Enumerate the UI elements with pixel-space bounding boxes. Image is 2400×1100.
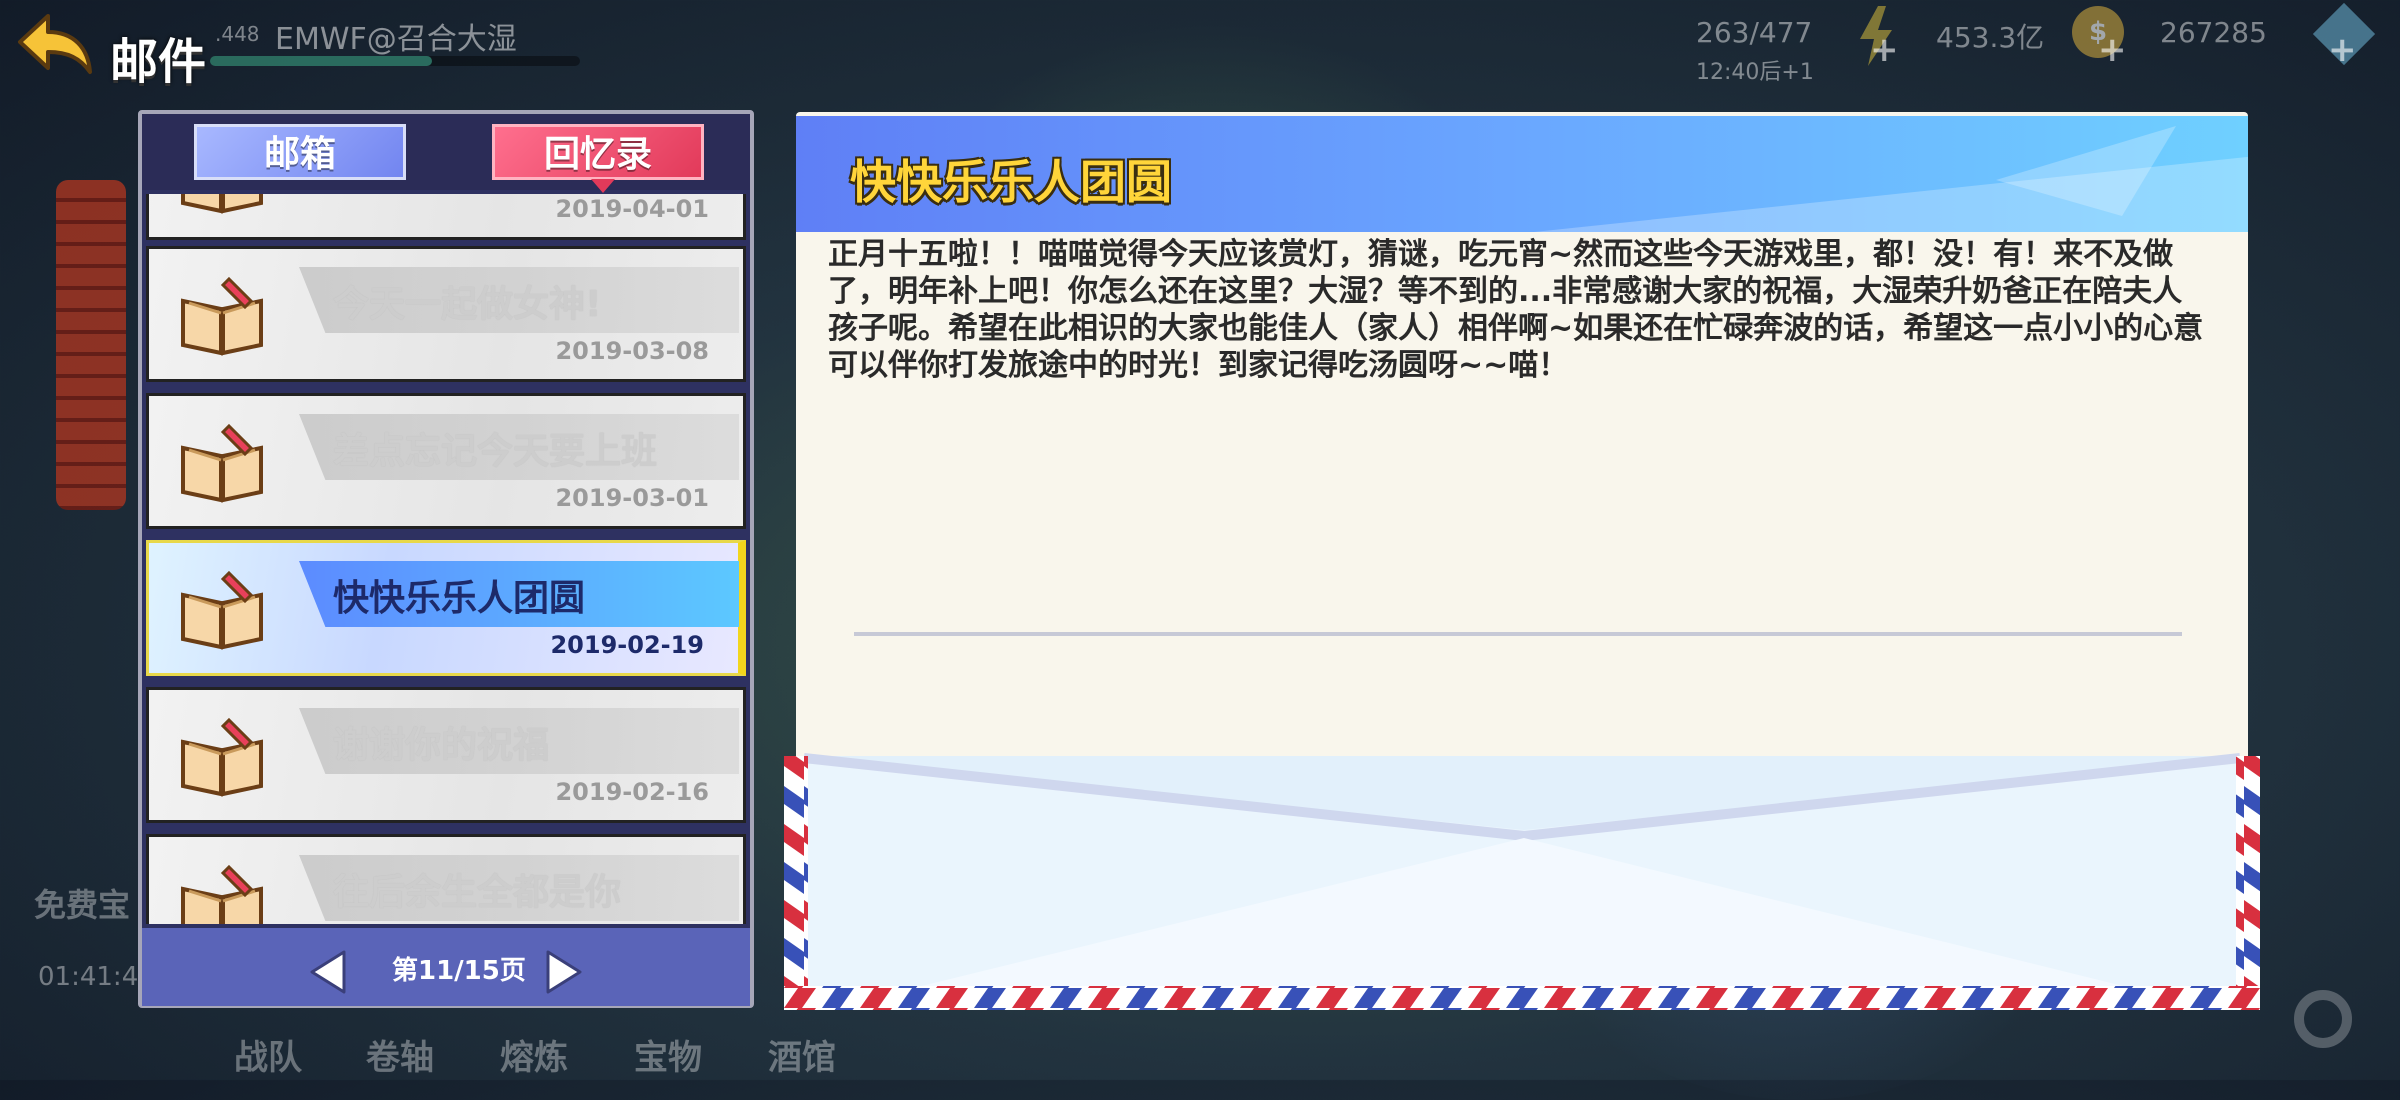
letter-title: 快快乐乐人团圆 (850, 155, 1172, 209)
player-name: EMWF@召合大湿 (275, 22, 517, 57)
firecracker-decoration (56, 180, 126, 510)
mail-subject: 差点忘记今天要上班 (333, 431, 658, 472)
xp-bar-fill (210, 56, 432, 66)
stamina-value: 263/477 (1696, 16, 1813, 49)
page-indicator: 第11/15页 (392, 956, 526, 986)
tab-memory[interactable]: 回忆录 (492, 124, 704, 193)
add-stamina-button[interactable]: + (1870, 30, 1899, 70)
open-book-icon (181, 717, 263, 797)
treasure-timer: 01:41:4 (38, 962, 139, 992)
next-page-button[interactable] (542, 948, 586, 996)
nav-scroll[interactable]: 卷轴 (366, 1030, 434, 1079)
back-button[interactable] (14, 8, 94, 78)
nav-team[interactable]: 战队 (234, 1030, 302, 1079)
list-item-selected[interactable]: 快快乐乐人团圆 2019-02-19 (146, 540, 746, 676)
mail-date: 2019-02-16 (555, 778, 709, 806)
mail-subject: 今天一起做女神! (333, 284, 602, 325)
letter-header: 快快乐乐人团圆 (796, 116, 2248, 232)
mail-list-panel: 邮箱 回忆录 2019-04-01 今天一起做女神! 2019-03-08 差点… (138, 110, 754, 1008)
nav-smelt[interactable]: 熔炼 (500, 1030, 568, 1079)
prev-page-button[interactable] (306, 948, 350, 996)
coins-value: 267285 (2160, 16, 2267, 49)
mail-date: 2019-03-08 (555, 337, 709, 365)
mail-date: 2019-03-01 (555, 484, 709, 512)
top-bar: 邮件 .448 EMWF@召合大湿 263/477 12:40后+1 + 453… (0, 0, 2400, 90)
free-treasure-label: 免费宝 (34, 886, 131, 924)
settings-gear-icon[interactable] (2294, 990, 2352, 1048)
mail-list[interactable]: 2019-04-01 今天一起做女神! 2019-03-08 差点忘记今天要上班… (146, 194, 746, 924)
nav-treasure[interactable]: 宝物 (634, 1030, 702, 1079)
mail-date: 2019-04-01 (555, 195, 709, 223)
envelope-graphic (784, 753, 2260, 1010)
mail-date: 2019-02-19 (550, 631, 704, 659)
page-title: 邮件 (110, 34, 207, 90)
letter-divider (854, 632, 2182, 636)
list-item[interactable]: 2019-04-01 (146, 194, 746, 240)
list-item[interactable]: 谢谢你的祝福 2019-02-16 (146, 687, 746, 823)
list-item[interactable]: 差点忘记今天要上班 2019-03-01 (146, 393, 746, 529)
xp-bar (210, 56, 580, 66)
add-gems-button[interactable]: + (2328, 30, 2357, 70)
open-book-icon (181, 276, 263, 356)
letter-body: 正月十五啦！！喵喵觉得今天应该赏灯，猜谜，吃元宵~然而这些今天游戏里，都！没！有… (828, 237, 2204, 383)
tab-inbox[interactable]: 邮箱 (194, 124, 406, 180)
open-book-icon (181, 194, 263, 214)
list-item[interactable]: 今天一起做女神! 2019-03-08 (146, 246, 746, 382)
mail-subject: 往后余生全都是你 (333, 872, 622, 913)
letter-view: 快快乐乐人团圆 正月十五啦！！喵喵觉得今天应该赏灯，猜谜，吃元宵~然而这些今天游… (784, 112, 2260, 1010)
add-coins-button[interactable]: + (2098, 30, 2127, 70)
pagination-bar: 第11/15页 (142, 928, 750, 1006)
open-book-icon (181, 570, 263, 650)
open-book-icon (181, 423, 263, 503)
mail-subject: 快快乐乐人团圆 (333, 578, 586, 619)
gold-value: 453.3亿 (1936, 21, 2045, 54)
player-level: .448 (215, 22, 260, 46)
list-item[interactable]: 往后余生全都是你 (146, 834, 746, 924)
mail-subject: 谢谢你的祝福 (333, 725, 550, 766)
back-arrow-icon (18, 14, 92, 74)
open-book-icon (181, 864, 263, 924)
stamina-timer: 12:40后+1 (1696, 60, 1814, 85)
mail-tabs: 邮箱 回忆录 (142, 114, 750, 193)
nav-tavern[interactable]: 酒馆 (768, 1030, 836, 1079)
